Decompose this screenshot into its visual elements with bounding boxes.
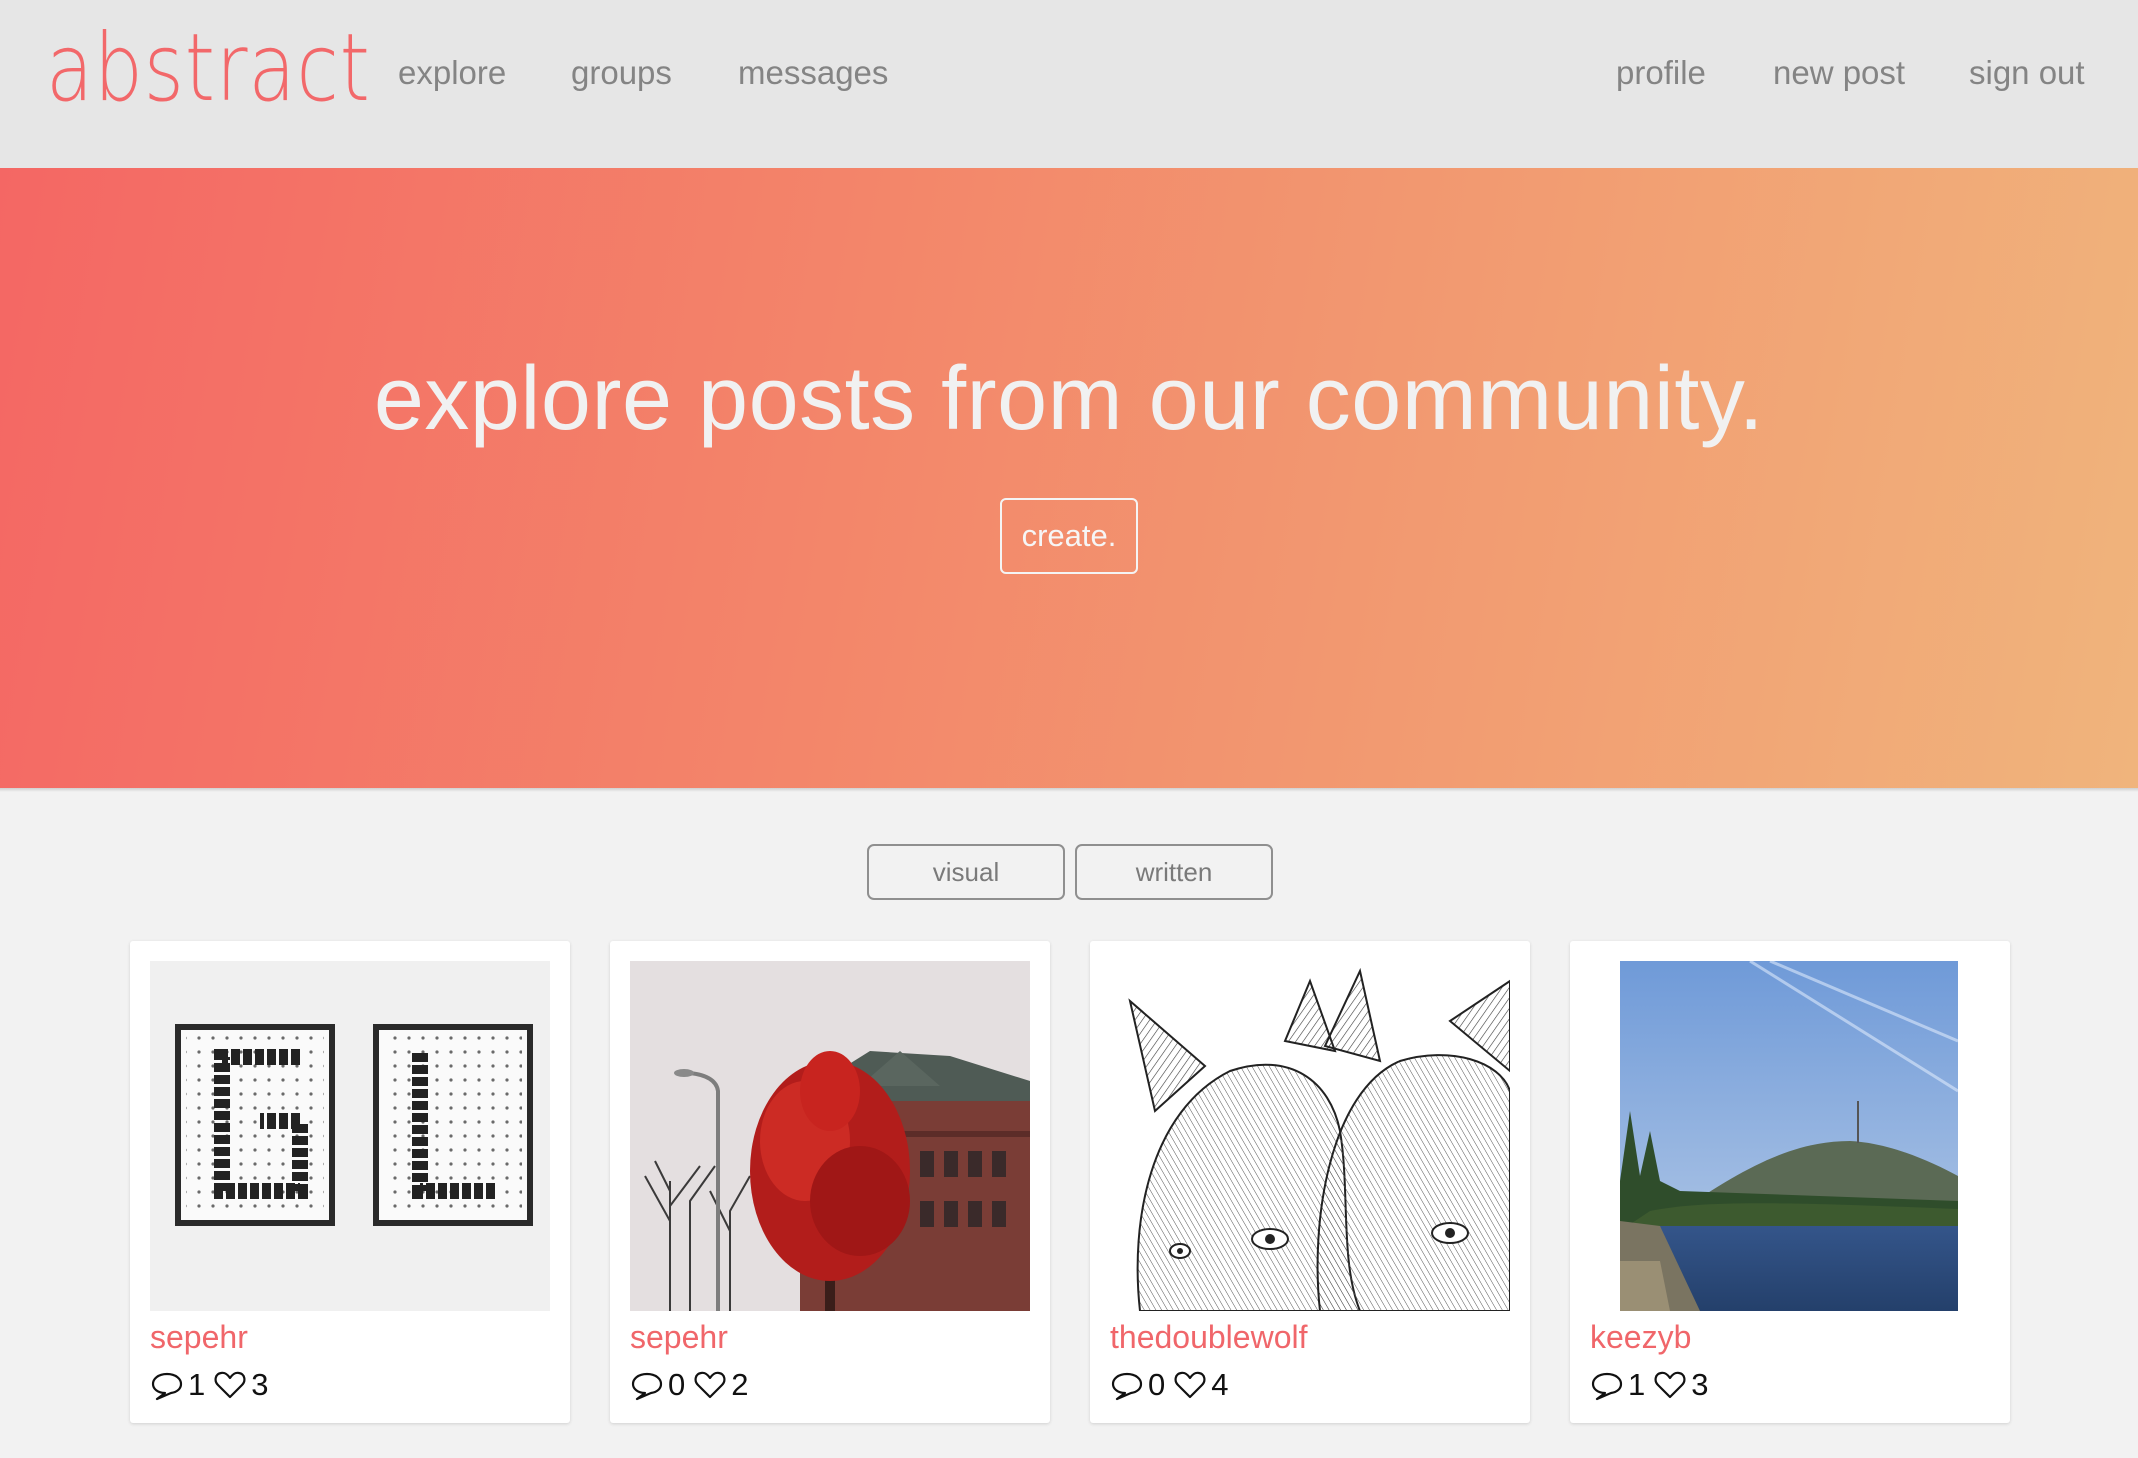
top-navbar: abstract explore groups messages profile… (0, 0, 2138, 168)
post-image-wolf-drawing[interactable] (1110, 961, 1510, 1311)
post-image-lake-mountain[interactable] (1620, 961, 1958, 1311)
app-logo[interactable]: abstract (46, 14, 371, 123)
comment-icon[interactable] (630, 1368, 664, 1402)
comment-count: 1 (1628, 1367, 1646, 1402)
post-image-gl-letters[interactable] (150, 961, 550, 1311)
post-stats: 0 4 (1110, 1365, 1237, 1405)
nav-sign-out-link[interactable]: sign out (1969, 54, 2085, 92)
like-count: 3 (251, 1367, 269, 1402)
post-author[interactable]: keezyb (1590, 1319, 1691, 1356)
comment-count: 0 (668, 1367, 686, 1402)
post-image-red-tree[interactable] (630, 961, 1030, 1311)
post-stats: 0 2 (630, 1365, 757, 1405)
comment-icon[interactable] (1110, 1368, 1144, 1402)
comment-icon[interactable] (150, 1368, 184, 1402)
heart-icon[interactable] (1653, 1368, 1687, 1402)
hero-divider (0, 788, 2138, 792)
nav-groups-link[interactable]: groups (571, 54, 672, 92)
post-card[interactable]: sepehr 1 3 (130, 941, 570, 1423)
post-author[interactable]: sepehr (150, 1319, 248, 1356)
like-count: 4 (1211, 1367, 1229, 1402)
like-count: 3 (1691, 1367, 1709, 1402)
post-author[interactable]: thedoublewolf (1110, 1319, 1307, 1356)
heart-icon[interactable] (213, 1368, 247, 1402)
post-card[interactable]: thedoublewolf 0 4 (1090, 941, 1530, 1423)
heart-icon[interactable] (1173, 1368, 1207, 1402)
post-stats: 1 3 (1590, 1365, 1717, 1405)
comment-count: 0 (1148, 1367, 1166, 1402)
like-count: 2 (731, 1367, 749, 1402)
post-stats: 1 3 (150, 1365, 277, 1405)
filter-written-button[interactable]: written (1075, 844, 1273, 900)
hero-title: explore posts from our community. (373, 349, 1765, 449)
post-card[interactable]: sepehr 0 2 (610, 941, 1050, 1423)
heart-icon[interactable] (693, 1368, 727, 1402)
nav-new-post-link[interactable]: new post (1773, 54, 1905, 92)
filter-visual-button[interactable]: visual (867, 844, 1065, 900)
post-author[interactable]: sepehr (630, 1319, 728, 1356)
nav-explore-link[interactable]: explore (398, 54, 506, 92)
comment-icon[interactable] (1590, 1368, 1624, 1402)
hero-banner: explore posts from our community. create… (0, 168, 2138, 788)
comment-count: 1 (188, 1367, 206, 1402)
post-card[interactable]: keezyb 1 3 (1570, 941, 2010, 1423)
nav-profile-link[interactable]: profile (1616, 54, 1706, 92)
create-button[interactable]: create. (1000, 498, 1138, 574)
nav-messages-link[interactable]: messages (738, 54, 888, 92)
